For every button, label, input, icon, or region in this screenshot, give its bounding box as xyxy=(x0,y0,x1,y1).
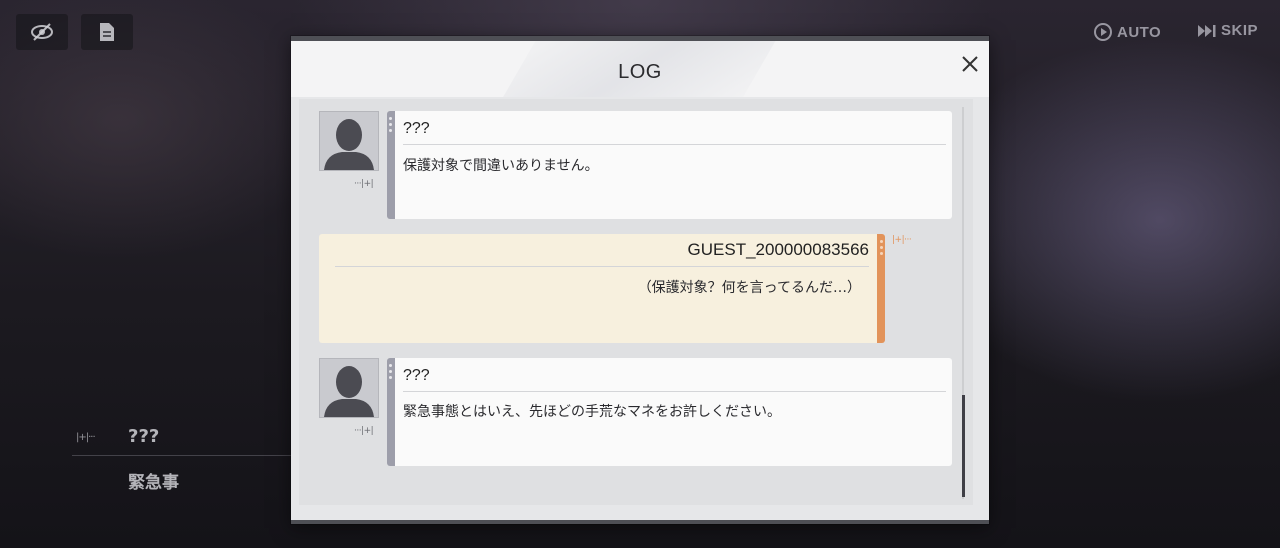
entry-speaker: GUEST_200000083566 xyxy=(687,240,869,259)
auto-button[interactable]: AUTO xyxy=(1093,22,1161,42)
entry-divider xyxy=(403,144,946,145)
skip-button[interactable]: SKIP xyxy=(1197,22,1258,39)
log-title: LOG xyxy=(618,61,662,83)
log-entry: ??? 緊急事態とはいえ、先ほどの手荒なマネをお許しください。 xyxy=(387,358,952,466)
log-header: LOG xyxy=(291,41,989,97)
speaker-avatar xyxy=(319,111,379,171)
eye-slash-icon xyxy=(31,23,53,41)
auto-label: AUTO xyxy=(1117,23,1162,41)
log-entry-player: GUEST_200000083566 （保護対象？何を言ってるんだ…） xyxy=(319,234,885,343)
log-list[interactable]: ···|+| ??? 保護対象で間違いありません。 GUEST_20000008… xyxy=(299,99,973,505)
entry-divider xyxy=(335,266,869,267)
log-button[interactable] xyxy=(81,14,133,50)
log-entry: ??? 保護対象で間違いありません。 xyxy=(387,111,952,219)
background-voice-icon: |+|··· xyxy=(76,432,96,443)
document-icon xyxy=(100,23,114,41)
scrollbar-thumb[interactable] xyxy=(962,395,965,497)
entry-speaker: ??? xyxy=(403,367,430,384)
auto-play-icon xyxy=(1094,23,1112,41)
voice-replay-icon[interactable]: ···|+| xyxy=(354,426,374,436)
bubble-dots xyxy=(389,364,392,379)
bubble-dots xyxy=(880,240,883,255)
log-dialog: LOG ···|+| ??? 保護対象で間違いありません。 GUEST_2000… xyxy=(291,36,989,524)
entry-speaker: ??? xyxy=(403,120,430,137)
bubble-dots xyxy=(389,117,392,132)
background-divider xyxy=(72,455,292,456)
speaker-avatar xyxy=(319,358,379,418)
entry-text: 保護対象で間違いありません。 xyxy=(403,158,599,174)
silhouette-avatar-icon xyxy=(320,359,378,417)
fast-forward-icon xyxy=(1198,24,1216,37)
voice-replay-icon[interactable]: |+|··· xyxy=(892,235,912,245)
background-dialogue-text: 緊急事 xyxy=(128,473,179,493)
voice-replay-icon[interactable]: ···|+| xyxy=(354,179,374,189)
entry-text: 緊急事態とはいえ、先ほどの手荒なマネをお許しください。 xyxy=(403,404,781,420)
close-icon[interactable] xyxy=(959,53,981,75)
skip-label: SKIP xyxy=(1221,22,1259,39)
entry-divider xyxy=(403,391,946,392)
entry-text: （保護対象？何を言ってるんだ…） xyxy=(637,280,861,296)
silhouette-avatar-icon xyxy=(320,112,378,170)
background-speaker-name: ??? xyxy=(128,426,160,447)
hide-ui-button[interactable] xyxy=(16,14,68,50)
